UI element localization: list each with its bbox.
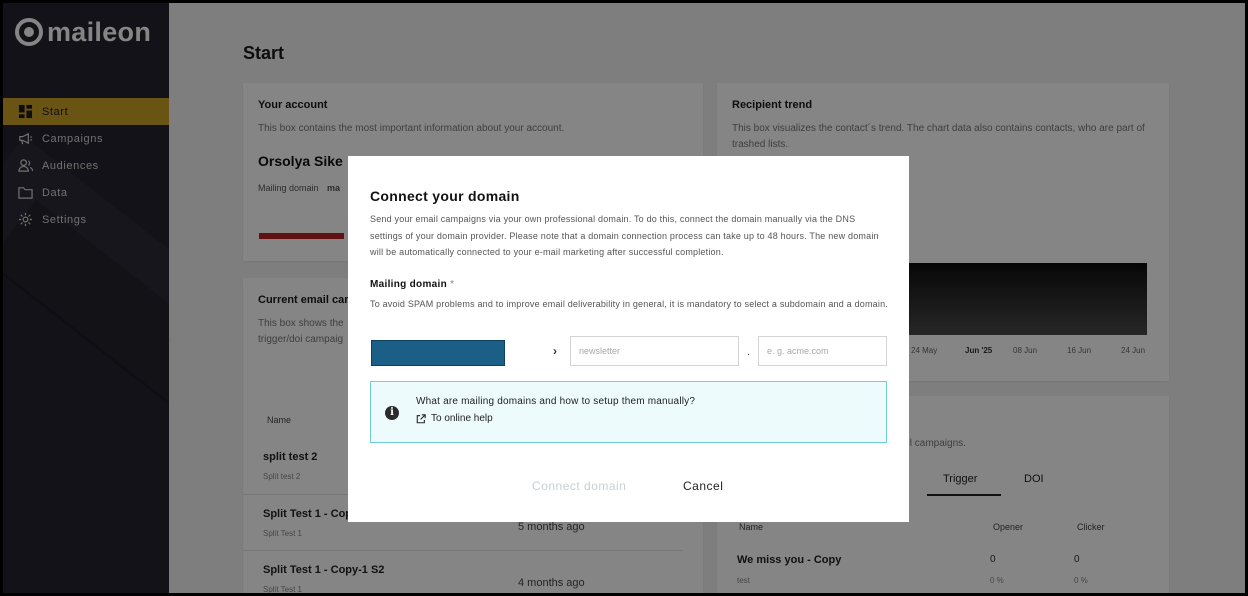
required-mark: * <box>450 279 455 290</box>
info-question: What are mailing domains and how to setu… <box>416 396 696 407</box>
online-help-link[interactable]: To online help <box>416 413 493 424</box>
connect-domain-button[interactable]: Connect domain <box>532 479 626 493</box>
info-box: i What are mailing domains and how to se… <box>370 381 887 443</box>
domain-input[interactable] <box>758 336 887 366</box>
mailing-domain-label: Mailing domain * <box>370 279 455 290</box>
connect-domain-dialog: Connect your domain Send your email camp… <box>348 156 909 522</box>
info-icon: i <box>385 406 399 420</box>
dialog-description: Send your email campaigns via your own p… <box>370 214 879 257</box>
chevron-right-icon: › <box>553 344 557 358</box>
subdomain-input[interactable] <box>570 336 739 366</box>
external-link-icon <box>416 413 426 423</box>
app-window: maileon Start Campaigns Audiences Data S… <box>3 3 1245 593</box>
cancel-button[interactable]: Cancel <box>683 479 723 493</box>
domain-type-select[interactable] <box>371 340 505 366</box>
sidebar-collapse-icon[interactable]: ‹ <box>169 333 173 347</box>
dialog-title: Connect your domain <box>370 188 520 204</box>
mailing-domain-help: To avoid SPAM problems and to improve em… <box>370 299 888 309</box>
domain-separator: . <box>747 346 751 358</box>
